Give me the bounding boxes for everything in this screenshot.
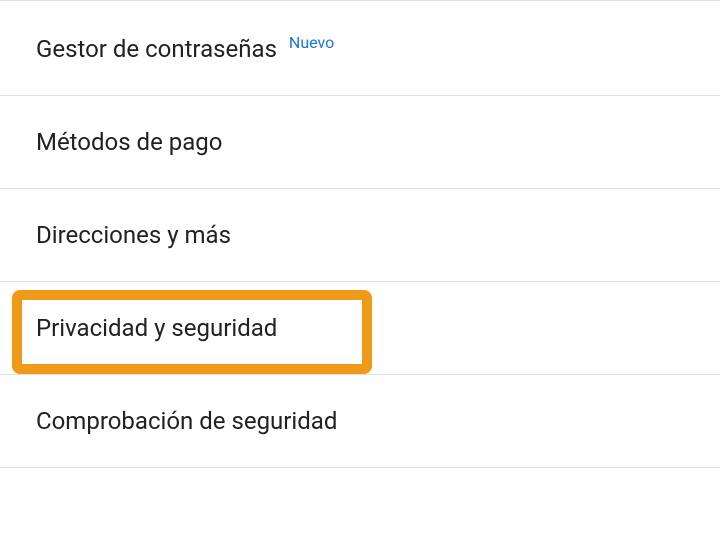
menu-item-addresses[interactable]: Direcciones y más [0,189,720,282]
settings-menu: Gestor de contraseñas Nuevo Métodos de p… [0,0,720,468]
menu-item-safety-check[interactable]: Comprobación de seguridad [0,375,720,468]
menu-item-label: Privacidad y seguridad [36,314,277,342]
new-badge: Nuevo [289,33,334,52]
menu-item-privacy-security[interactable]: Privacidad y seguridad [0,282,720,375]
menu-item-payment-methods[interactable]: Métodos de pago [0,96,720,189]
menu-item-label: Comprobación de seguridad [36,407,337,435]
menu-item-label: Direcciones y más [36,221,231,249]
menu-item-label: Métodos de pago [36,128,222,156]
menu-item-label: Gestor de contraseñas [36,35,277,63]
menu-item-password-manager[interactable]: Gestor de contraseñas Nuevo [0,0,720,96]
